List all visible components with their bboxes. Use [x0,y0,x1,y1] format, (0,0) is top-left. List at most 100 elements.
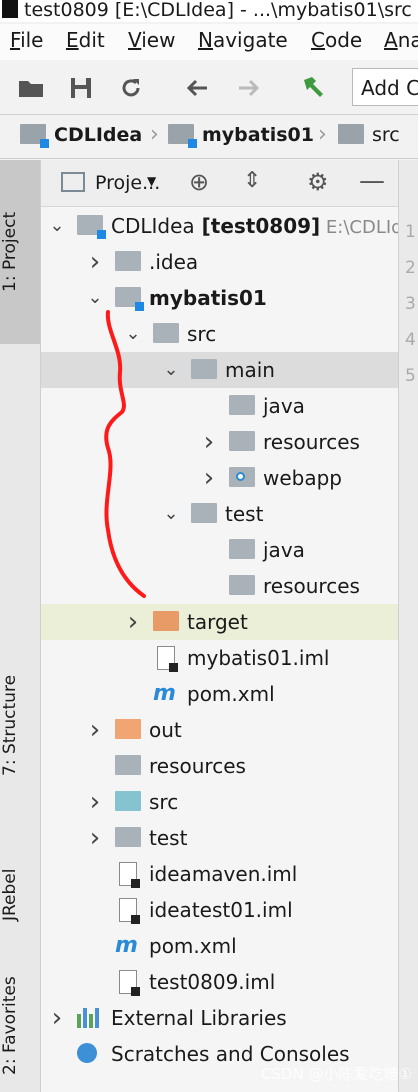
folder-icon [115,791,141,811]
tree-item[interactable]: › .idea [41,244,398,280]
chevron-down-icon[interactable]: ⌄ [161,352,181,388]
tree-item[interactable]: › External Libraries [41,1000,398,1036]
tree-item[interactable]: m pom.xml [41,928,398,964]
breadcrumb-src[interactable]: src [338,124,400,146]
chevron-right-icon[interactable]: › [199,460,219,496]
tree-item-label: pom.xml [149,934,237,958]
folder-icon [153,611,179,631]
tree-item[interactable]: ⌄ main [41,352,398,388]
menu-analyze[interactable]: Analyze [384,28,418,52]
chevron-down-icon[interactable]: ⌄ [123,316,143,352]
tab-favorites[interactable]: 2: Favorites [0,960,40,1092]
chevron-right-icon[interactable]: › [85,712,105,748]
tab-jrebel[interactable]: JRebel [0,850,40,940]
menu-file[interactable]: File [10,28,43,52]
tree-item[interactable]: ideamaven.iml [41,856,398,892]
project-panel: Proje... ▼ ⊕ ⇕ ⚙ — ⌄ CDLIdea [test0809] E… [41,160,398,1092]
tree-item-label: pom.xml [187,682,275,706]
module-icon [168,124,197,148]
chevron-right-icon[interactable]: › [199,424,219,460]
folder-icon [191,359,217,379]
tree-item[interactable]: ⌄ test [41,496,398,532]
tree-item-label: resources [263,430,360,454]
hammer-icon[interactable] [298,74,328,102]
chevron-right-icon[interactable]: › [123,604,143,640]
tab-project[interactable]: 1: Project [0,160,40,344]
tree-item[interactable]: resources [41,748,398,784]
chevron-right-icon[interactable]: › [47,1000,67,1036]
refresh-icon[interactable] [116,74,146,102]
tree-item[interactable]: › src [41,784,398,820]
menu-edit[interactable]: Edit [66,28,105,52]
folder-icon [338,124,364,144]
tree-item[interactable]: › resources [41,424,398,460]
tree-item-label: src [149,790,179,814]
gear-icon[interactable]: ⚙ [307,168,329,196]
tree-item[interactable]: java [41,532,398,568]
maven-icon: m [153,681,176,706]
breadcrumb-mybatis01[interactable]: mybatis01 [168,124,314,148]
chevron-down-icon[interactable]: ▼ [147,174,156,188]
menu-code[interactable]: Code [311,28,362,52]
save-icon[interactable] [66,74,96,102]
breadcrumb-separator: › [318,122,327,147]
locate-icon[interactable]: ⊕ [189,168,209,196]
line-number: 1 [405,222,416,242]
folder-icon [115,755,141,775]
forward-arrow-icon[interactable] [234,74,264,102]
web-folder-icon [229,467,255,487]
tree-item-label: target [187,610,248,634]
open-folder-icon[interactable] [16,74,46,102]
tree-item-label: src [187,322,217,346]
tree-item-label: webapp [263,466,343,490]
tree-item[interactable]: › out [41,712,398,748]
scratches-icon [77,1043,97,1063]
tree-item[interactable]: ideatest01.iml [41,892,398,928]
folder-icon [229,395,255,415]
chevron-right-icon[interactable]: › [85,784,105,820]
module-folder-icon [77,215,106,239]
tree-item-label: out [149,718,182,742]
tree-item[interactable]: ⌄ CDLIdea [test0809] E:\CDLIdea [41,208,398,244]
tree-item-label: main [225,358,275,382]
tree-item-label: .idea [149,250,199,274]
add-configuration-button[interactable]: Add C [352,68,418,106]
menu-view[interactable]: View [128,28,175,52]
chevron-right-icon[interactable]: › [85,820,105,856]
tree-item[interactable]: › webapp [41,460,398,496]
tree-item[interactable]: java [41,388,398,424]
iml-file-icon [119,898,140,924]
tree-item[interactable]: mybatis01.iml [41,640,398,676]
collapse-all-icon[interactable]: ⇕ [243,168,261,193]
folder-icon [229,539,255,559]
tree-item[interactable]: ⌄ mybatis01 [41,280,398,316]
folder-icon [115,827,141,847]
iml-file-icon [119,862,140,888]
breadcrumb-cdlidea[interactable]: CDLIdea [20,124,142,148]
minimize-icon[interactable]: — [359,166,385,196]
chevron-right-icon[interactable]: › [85,244,105,280]
chevron-down-icon[interactable]: ⌄ [161,496,181,532]
tab-structure[interactable]: 7: Structure [0,640,40,810]
back-arrow-icon[interactable] [182,74,212,102]
tree-item-label: test [225,502,264,526]
tree-item[interactable]: › target [41,604,398,640]
breadcrumb-separator: › [150,122,159,147]
menu-navigate[interactable]: Navigate [198,28,288,52]
watermark: CSDN @小陈爱吃糖① [261,1065,412,1083]
tree-item-label: test [149,826,188,850]
chevron-down-icon[interactable]: ⌄ [85,280,105,316]
menu-bar: File Edit View Navigate Code Analyze [0,24,418,60]
chevron-down-icon[interactable]: ⌄ [47,208,67,244]
tree-item[interactable]: m pom.xml [41,676,398,712]
tree-item[interactable]: ⌄ src [41,316,398,352]
line-number: 5 [405,366,416,386]
tree-item[interactable]: test0809.iml [41,964,398,1000]
folder-icon [229,575,255,595]
tree-item-label: ideatest01.iml [149,898,293,922]
tree-item-label: java [263,394,305,418]
tree-item-label: CDLIdea [test0809] E:\CDLIdea [111,208,398,246]
tree-item[interactable]: resources [41,568,398,604]
tree-item[interactable]: › test [41,820,398,856]
tree-item-label: java [263,538,305,562]
